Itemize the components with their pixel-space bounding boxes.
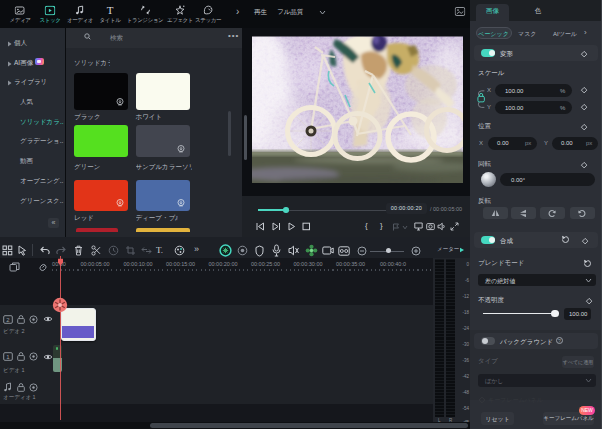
svg-text:2: 2	[6, 316, 10, 322]
svg-text:1: 1	[6, 354, 10, 360]
